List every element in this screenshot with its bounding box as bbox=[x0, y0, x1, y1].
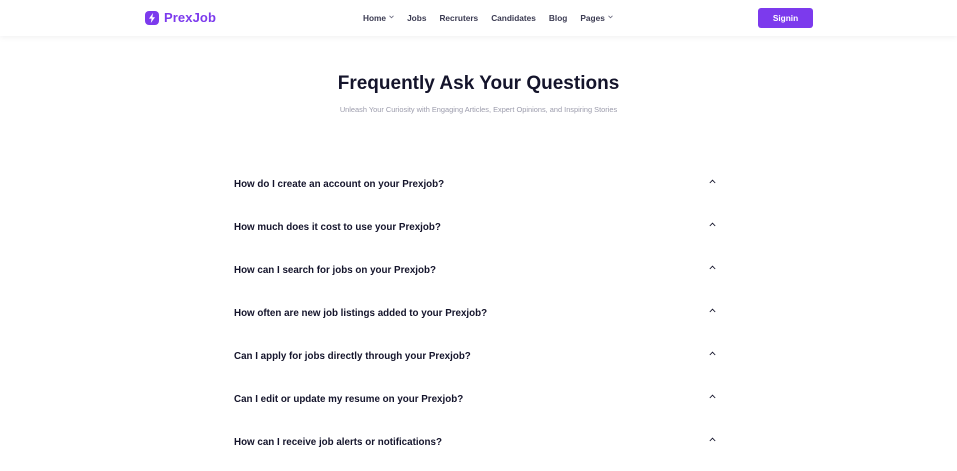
faq-question: Can I apply for jobs directly through yo… bbox=[234, 351, 471, 362]
faq-item[interactable]: Can I edit or update my resume on your P… bbox=[234, 385, 724, 428]
faq-question: Can I edit or update my resume on your P… bbox=[234, 394, 464, 405]
faq-item[interactable]: Can I apply for jobs directly through yo… bbox=[234, 342, 724, 385]
lightning-bolt-icon bbox=[145, 10, 159, 25]
nav-item-label: Pages bbox=[580, 13, 605, 23]
nav-item-label: Blog bbox=[548, 13, 568, 23]
nav-item-pages[interactable]: Pages bbox=[580, 13, 613, 23]
faq-item[interactable]: How often are new job listings added to … bbox=[234, 299, 724, 342]
chevron-down-icon bbox=[389, 15, 394, 21]
chevron-up-icon[interactable] bbox=[709, 385, 724, 399]
nav-item-candidates[interactable]: Candidates bbox=[491, 13, 536, 23]
faq-item[interactable]: How much does it cost to use your Prexjo… bbox=[234, 213, 724, 256]
chevron-up-icon[interactable] bbox=[709, 342, 724, 356]
faq-question: How do I create an account on your Prexj… bbox=[234, 179, 445, 190]
faq-item[interactable]: How can I search for jobs on your Prexjo… bbox=[234, 256, 724, 299]
nav-item-label: Candidates bbox=[491, 13, 536, 23]
nav-item-label: Jobs bbox=[407, 13, 427, 23]
faq-item[interactable]: How do I create an account on your Prexj… bbox=[234, 170, 724, 213]
signin-button[interactable]: Signin bbox=[758, 8, 813, 28]
nav-item-recruters[interactable]: Recruters bbox=[439, 13, 478, 23]
nav-item-label: Home bbox=[363, 13, 387, 23]
nav-item-jobs[interactable]: Jobs bbox=[407, 13, 426, 23]
page-subtitle: Unleash Your Curiosity with Engaging Art… bbox=[339, 105, 618, 114]
nav-item-home[interactable]: Home bbox=[363, 13, 394, 23]
page-title: Frequently Ask Your Questions bbox=[337, 73, 620, 94]
chevron-up-icon[interactable] bbox=[709, 170, 724, 184]
chevron-up-icon[interactable] bbox=[709, 299, 724, 313]
chevron-up-icon[interactable] bbox=[709, 213, 724, 227]
site-header: PrexJob Home Jobs Recruters Candidates B… bbox=[0, 0, 957, 36]
faq-list: How do I create an account on your Prexj… bbox=[234, 170, 724, 471]
main-nav: Home Jobs Recruters Candidates Blog Page… bbox=[363, 13, 613, 23]
logo-text: PrexJob bbox=[164, 10, 217, 25]
nav-item-blog[interactable]: Blog bbox=[549, 13, 567, 23]
faq-item[interactable]: How can I receive job alerts or notifica… bbox=[234, 428, 724, 471]
faq-question: How can I search for jobs on your Prexjo… bbox=[234, 265, 436, 276]
chevron-down-icon bbox=[608, 15, 613, 21]
nav-item-label: Recruters bbox=[439, 13, 479, 23]
faq-question: How can I receive job alerts or notifica… bbox=[234, 437, 442, 448]
faq-question: How often are new job listings added to … bbox=[234, 308, 488, 319]
logo[interactable]: PrexJob bbox=[145, 10, 216, 25]
faq-question: How much does it cost to use your Prexjo… bbox=[234, 222, 441, 233]
chevron-up-icon[interactable] bbox=[709, 256, 724, 270]
chevron-up-icon[interactable] bbox=[709, 428, 724, 442]
